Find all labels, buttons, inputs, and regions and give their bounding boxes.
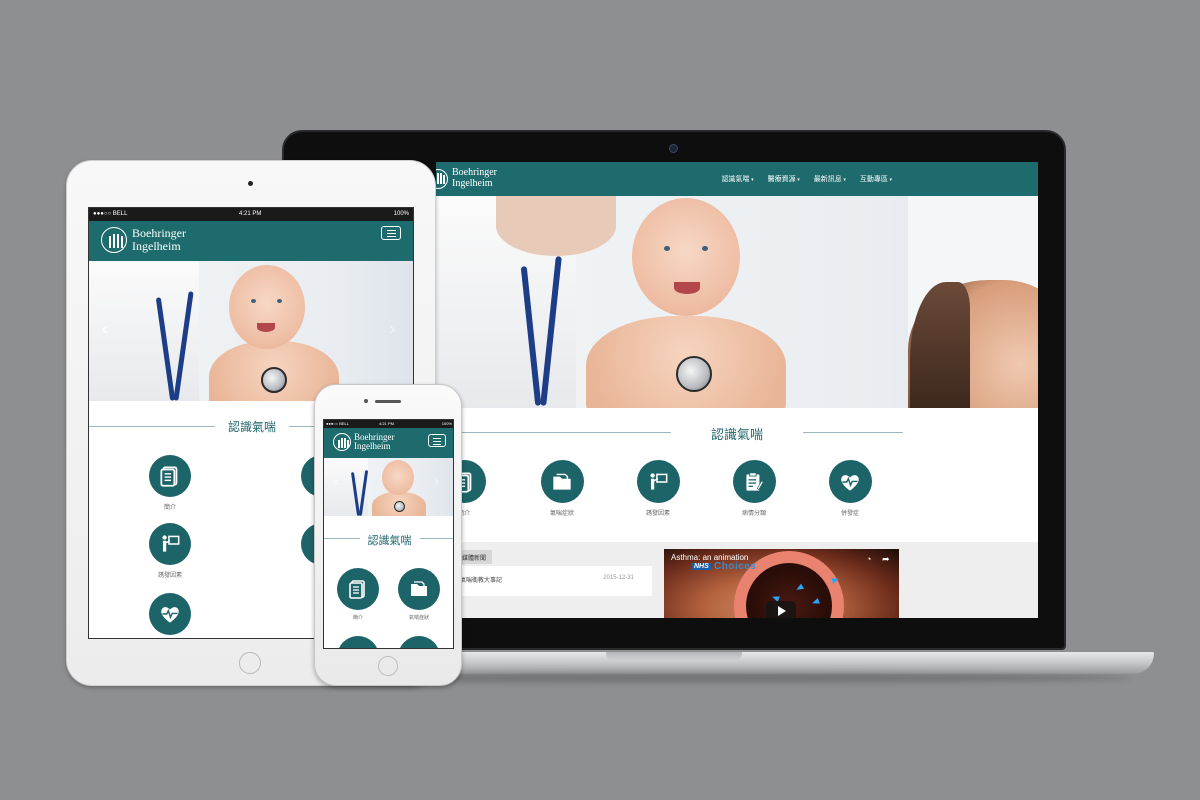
document-icon (337, 568, 379, 610)
brand-line2: Ingelheim (132, 239, 181, 253)
topic-symptoms[interactable]: 氣喘症狀 (532, 460, 592, 517)
brand-line2: Ingelheim (354, 441, 391, 452)
phone-camera (364, 399, 368, 403)
hero-carousel: ‹ › (89, 261, 413, 401)
section-title: 認識氣喘 (436, 424, 1038, 444)
topic-label: 病情分類 (741, 510, 766, 517)
nav-item-asthma[interactable]: 認識氣喘 (722, 174, 754, 184)
carrier: ●●●○○ BELL (93, 211, 128, 217)
topic-triggers-partial[interactable] (337, 636, 379, 648)
main-menu: 認識氣喘 醫療資源 最新訊息 互動專區 (722, 162, 892, 196)
topic-classification-partial[interactable] (398, 636, 440, 648)
phone-home-button[interactable] (378, 656, 398, 676)
topic-label: 氣喘症狀 (408, 615, 429, 621)
brand-logo[interactable]: Boehringer Ingelheim (436, 167, 497, 189)
lower-section: 媒體新聞 氣喘衛教大事記 2015-12-31 Asthma: an anima… (436, 542, 1038, 618)
laptop-screen: Boehringer Ingelheim 認識氣喘 醫療資源 最新訊息 互動專區… (436, 162, 1038, 618)
nav-item-interactive[interactable]: 互動專區 (860, 174, 892, 184)
topic-label: 氣喘症狀 (549, 510, 574, 517)
carousel-next-icon[interactable]: › (389, 319, 396, 340)
carousel-prev-icon[interactable]: ‹ (334, 474, 340, 490)
topic-label: 誘發因素 (645, 510, 670, 517)
brand-logo[interactable]: Boehringer Ingelheim (101, 227, 186, 253)
battery: 100% (441, 421, 452, 426)
choices-logo: Choices (714, 561, 757, 572)
brand-line2: Ingelheim (452, 177, 493, 189)
section-title-text: 認識氣喘 (700, 424, 773, 443)
battery: 100% (393, 211, 409, 217)
topic-label: 併發症 (840, 510, 859, 517)
topic-intro[interactable]: 簡介 (140, 455, 200, 511)
clock: 4:21 PM (239, 211, 262, 217)
topic-triggers[interactable]: 誘發因素 (140, 523, 200, 579)
heart-pulse-icon (828, 460, 872, 503)
folder-icon (540, 460, 584, 503)
document-icon (149, 455, 191, 497)
hamburger-menu-icon[interactable] (428, 434, 446, 447)
laptop-notch (606, 652, 742, 661)
carrier: ●●●○○ BELL (326, 421, 349, 426)
nav-item-news[interactable]: 最新訊息 (814, 174, 846, 184)
heart-pulse-icon (149, 593, 191, 635)
hero-banner (436, 196, 1038, 408)
hamburger-menu-icon[interactable] (381, 226, 401, 240)
news-date: 2015-12-31 (603, 575, 634, 581)
topic-label: 簡介 (352, 615, 363, 621)
tablet-navbar: Boehringer Ingelheim (89, 221, 413, 261)
topic-intro[interactable]: 簡介 (333, 568, 383, 621)
clipboard-icon (732, 460, 776, 503)
topic-triggers[interactable]: 誘發因素 (628, 460, 688, 517)
clock: 4:21 PM (379, 421, 394, 426)
nav-item-resources[interactable]: 醫療資源 (768, 174, 800, 184)
section-title-text: 認識氣喘 (363, 532, 416, 548)
topic-complications[interactable]: 併發症 (820, 460, 880, 517)
phone-navbar: Boehringer Ingelheim (324, 428, 453, 458)
topic-symptoms[interactable]: 氣喘症狀 (394, 568, 444, 621)
laptop-navbar: Boehringer Ingelheim 認識氣喘 醫療資源 最新訊息 互動專區 (436, 162, 1038, 196)
phone-screen: ●●●○○ BELL 4:21 PM 100% Boehringer Ingel… (323, 419, 454, 649)
section-title: 認識氣喘 (324, 531, 453, 549)
hero-carousel: ‹ › (324, 458, 453, 516)
carousel-next-icon[interactable]: › (434, 474, 440, 490)
presentation-icon (149, 523, 191, 565)
folder-icon (398, 568, 440, 610)
tablet-camera (248, 181, 253, 186)
tablet-home-button[interactable] (239, 652, 261, 674)
video-player[interactable]: Asthma: an animation NHS Choices ◔ ➦ (664, 549, 899, 618)
play-button[interactable] (766, 601, 796, 618)
news-title: 氣喘衛教大事記 (460, 577, 503, 584)
phone-speaker (375, 400, 401, 403)
section-title-text: 認識氣喘 (219, 418, 284, 435)
news-item[interactable]: 氣喘衛教大事記 2015-12-31 (456, 566, 652, 596)
carousel-prev-icon[interactable]: ‹ (101, 319, 108, 340)
topic-complications[interactable] (140, 593, 200, 635)
topic-classification[interactable]: 病情分類 (724, 460, 784, 517)
topic-label: 簡介 (163, 504, 176, 511)
nhs-logo: NHS (692, 563, 711, 570)
brand-line1: Boehringer (452, 167, 497, 178)
laptop-camera (669, 144, 678, 153)
watch-later-icon[interactable]: ◔ (866, 554, 871, 564)
phone-status-bar: ●●●○○ BELL 4:21 PM 100% (324, 420, 453, 428)
brand-logo[interactable]: Boehringer Ingelheim (333, 432, 395, 452)
topic-label: 誘發因素 (157, 572, 182, 579)
presentation-icon (636, 460, 680, 503)
tablet-status-bar: ●●●○○ BELL 4:21 PM 100% (89, 208, 413, 221)
share-icon[interactable]: ➦ (882, 554, 890, 565)
